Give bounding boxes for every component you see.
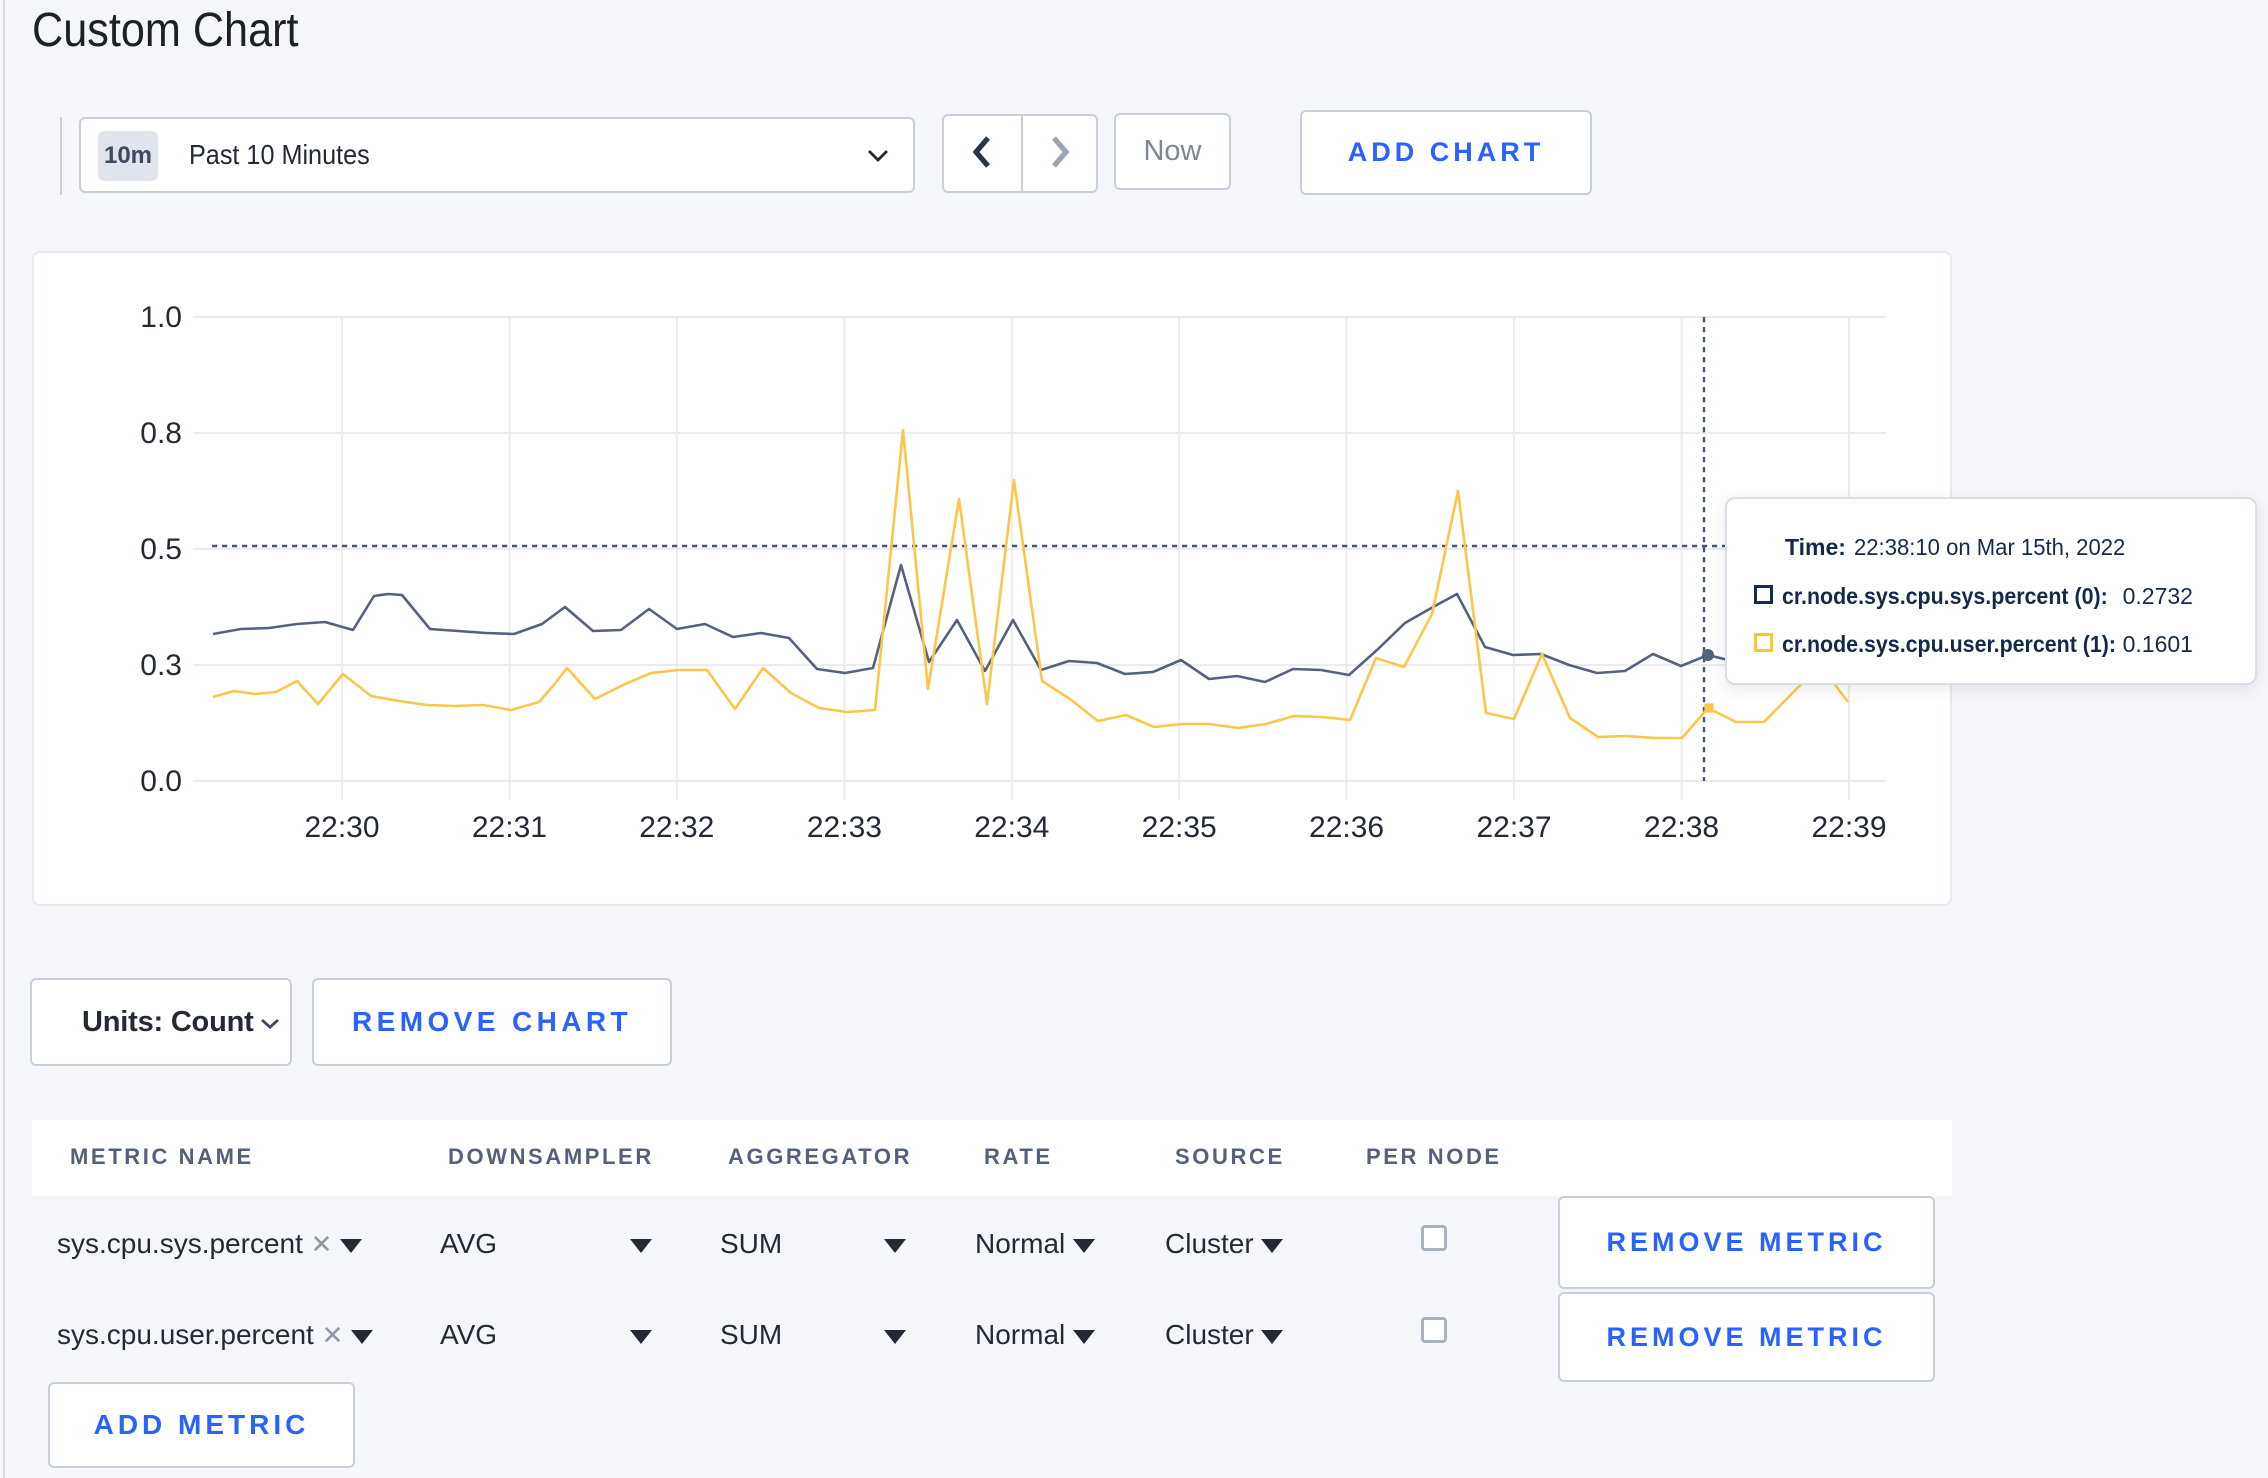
svg-text:0.3: 0.3 [140, 649, 182, 682]
svg-text:22:32: 22:32 [639, 811, 714, 844]
svg-text:0.0: 0.0 [140, 765, 182, 798]
svg-text:22:38: 22:38 [1644, 811, 1719, 844]
svg-text:22:39: 22:39 [1811, 811, 1886, 844]
svg-text:22:31: 22:31 [472, 811, 547, 844]
svg-text:0.8: 0.8 [140, 417, 182, 450]
svg-text:22:37: 22:37 [1476, 811, 1551, 844]
svg-text:1.0: 1.0 [140, 301, 182, 334]
svg-text:22:33: 22:33 [807, 811, 882, 844]
svg-text:22:30: 22:30 [304, 811, 379, 844]
svg-text:0.5: 0.5 [140, 533, 182, 566]
svg-text:22:34: 22:34 [974, 811, 1049, 844]
svg-text:22:36: 22:36 [1309, 811, 1384, 844]
svg-text:22:35: 22:35 [1142, 811, 1217, 844]
